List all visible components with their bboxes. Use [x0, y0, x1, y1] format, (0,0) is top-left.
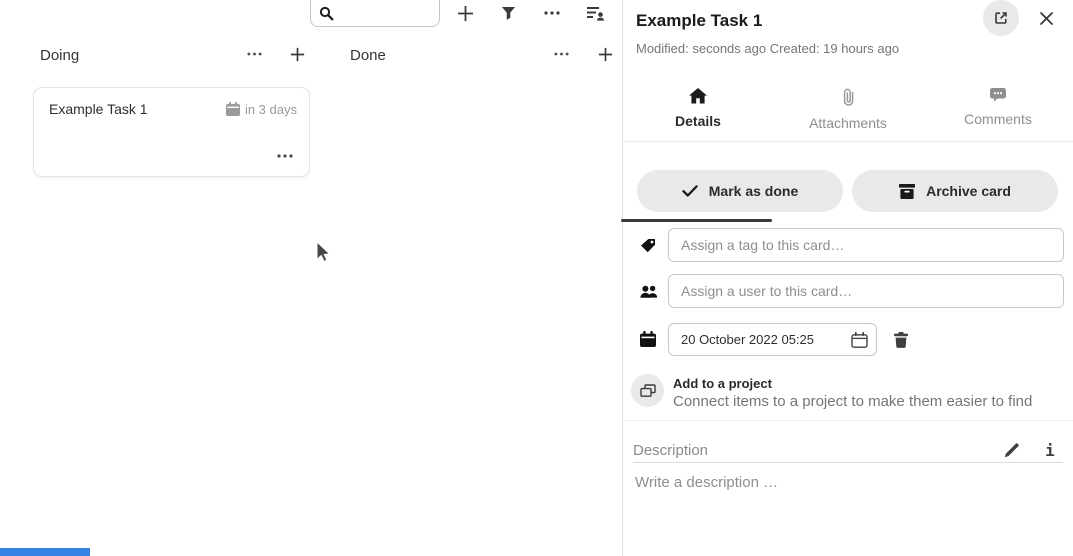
comment-icon [990, 88, 1006, 102]
active-tab-underline [621, 219, 772, 222]
tab-details-label: Details [675, 113, 721, 129]
remove-due-date-button[interactable] [889, 328, 913, 352]
ellipsis-icon [247, 52, 262, 56]
kanban-board-panel: Doing Done Example Task 1 [0, 0, 623, 556]
paperclip-icon [843, 88, 854, 106]
tab-comments[interactable]: Comments [923, 80, 1073, 141]
filter-button[interactable] [494, 0, 522, 27]
card-title: Example Task 1 [49, 101, 226, 117]
search-field[interactable] [310, 0, 440, 27]
search-input[interactable] [338, 4, 430, 22]
detail-meta: Modified: seconds ago Created: 19 hours … [636, 41, 899, 56]
date-picker-button[interactable] [849, 330, 870, 350]
check-icon [682, 185, 698, 197]
kanban-card[interactable]: Example Task 1 in 3 days [33, 87, 310, 177]
column-title-done: Done [350, 47, 386, 64]
home-icon [689, 88, 707, 104]
bottom-accent-bar [0, 548, 90, 556]
detail-tabs: Details Attachments Comments [623, 80, 1073, 142]
info-icon[interactable]: i [1037, 439, 1063, 461]
archive-card-label: Archive card [926, 183, 1011, 199]
archive-icon [899, 184, 915, 199]
tab-attachments-label: Attachments [809, 115, 887, 131]
assign-tag-input[interactable] [668, 228, 1064, 262]
add-to-project-row[interactable]: Add to a project Connect items to a proj… [631, 374, 1061, 410]
ellipsis-icon [544, 11, 560, 15]
add-to-project-subtitle: Connect items to a project to make them … [673, 393, 1032, 410]
tag-icon [640, 238, 656, 254]
section-separator [623, 420, 1073, 421]
close-icon[interactable] [1036, 8, 1056, 28]
plus-icon [290, 47, 305, 62]
add-to-project-title: Add to a project [673, 376, 1032, 391]
archive-card-button[interactable]: Archive card [852, 170, 1058, 212]
project-icon [631, 374, 664, 407]
app-window: Doing Done Example Task 1 [0, 0, 1073, 556]
due-date-field[interactable] [668, 323, 877, 356]
mark-as-done-label: Mark as done [709, 183, 798, 199]
detail-title: Example Task 1 [636, 11, 762, 31]
edit-description-button[interactable] [999, 439, 1025, 461]
due-date-input[interactable] [681, 332, 849, 347]
board-menu-button[interactable] [538, 0, 566, 27]
description-divider [633, 462, 1063, 463]
open-in-window-button[interactable] [983, 0, 1019, 36]
tab-details[interactable]: Details [623, 80, 773, 141]
card-due-badge: in 3 days [226, 102, 297, 117]
ellipsis-icon [554, 52, 569, 56]
pencil-icon [1004, 442, 1020, 458]
card-due-text: in 3 days [245, 102, 297, 117]
card-menu-button[interactable] [274, 146, 296, 166]
column-doing-menu-button[interactable] [241, 41, 267, 67]
assign-user-input[interactable] [668, 274, 1064, 308]
column-done-add-button[interactable] [592, 41, 618, 67]
assignee-list-icon [586, 6, 605, 21]
cursor-pointer-icon [316, 241, 332, 264]
plus-icon [598, 47, 613, 62]
filter-funnel-icon [501, 6, 516, 21]
users-icon [640, 285, 658, 298]
add-card-button[interactable] [451, 0, 479, 27]
calendar-icon [640, 331, 656, 347]
mark-as-done-button[interactable]: Mark as done [637, 170, 843, 212]
ellipsis-icon [277, 154, 293, 158]
plus-icon [457, 5, 474, 22]
calendar-icon [226, 102, 240, 116]
card-detail-panel: Example Task 1 Modified: seconds ago Cre… [623, 0, 1073, 556]
calendar-outline-icon [851, 332, 868, 348]
tab-comments-label: Comments [964, 111, 1032, 127]
search-icon [319, 6, 334, 21]
assignee-filter-button[interactable] [581, 0, 609, 27]
description-label: Description [633, 442, 999, 459]
column-done-menu-button[interactable] [548, 41, 574, 67]
external-link-icon [993, 10, 1009, 26]
column-doing-add-button[interactable] [284, 41, 310, 67]
description-placeholder[interactable]: Write a description … [635, 474, 778, 491]
description-header: Description i [633, 438, 1063, 462]
column-title-doing: Doing [40, 47, 79, 64]
tab-attachments[interactable]: Attachments [773, 80, 923, 141]
trash-icon [894, 332, 908, 348]
